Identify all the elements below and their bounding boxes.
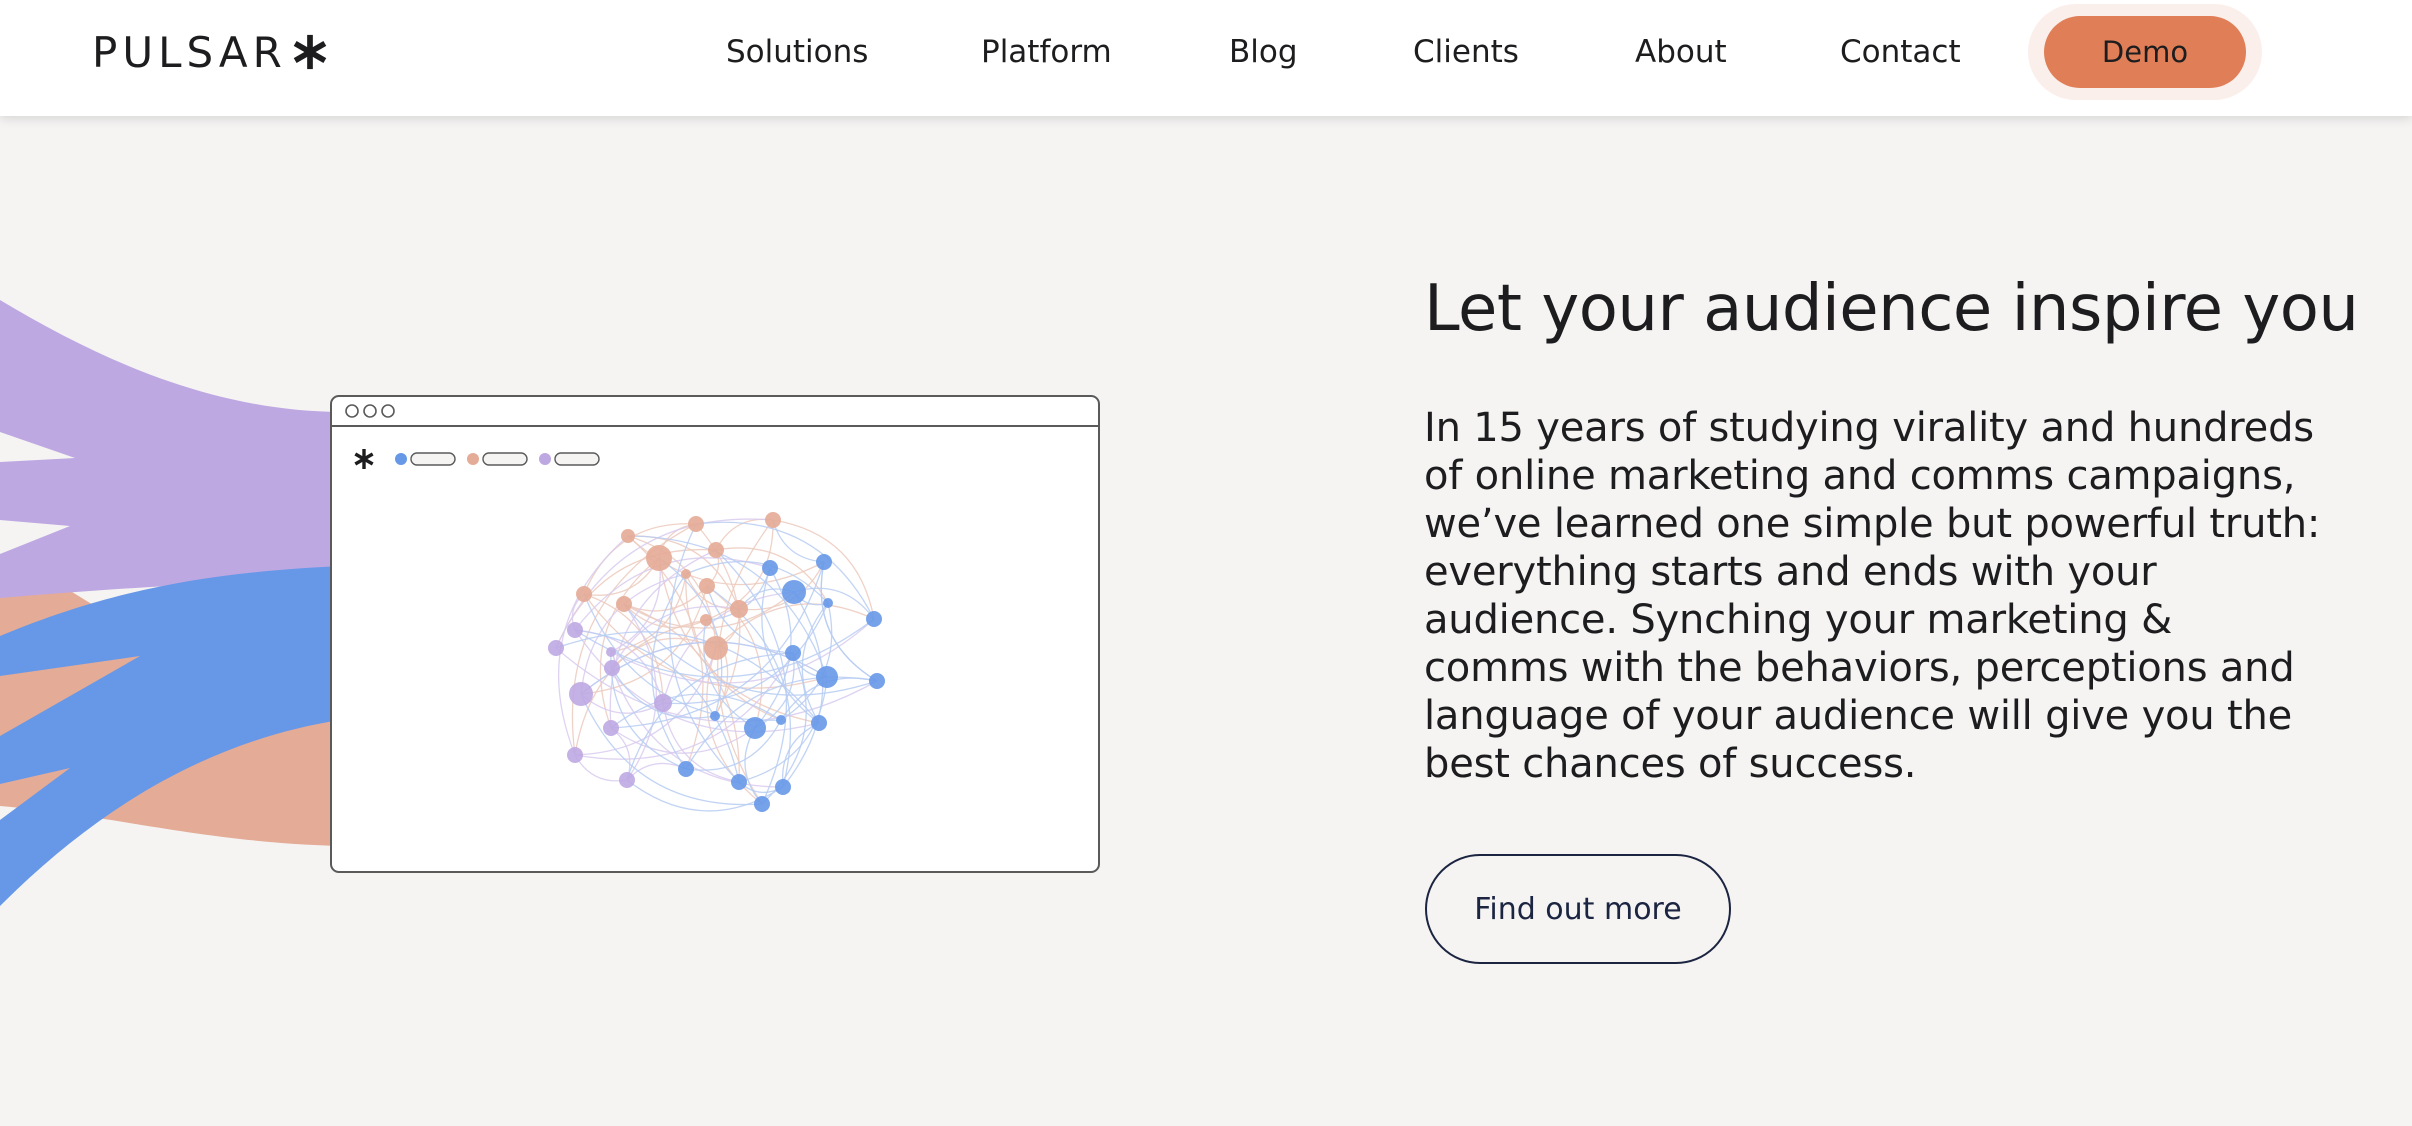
purple-ribbon <box>0 300 340 598</box>
nav-contact[interactable]: Contact <box>1840 28 1961 76</box>
top-navigation-bar: PULSAR Solutions Platform Blog Clients A… <box>0 0 2412 116</box>
network-node <box>782 580 806 604</box>
network-node <box>765 512 781 528</box>
network-node <box>744 717 766 739</box>
network-node <box>576 586 592 602</box>
filter-chips <box>395 452 600 466</box>
network-node <box>731 774 747 790</box>
network-node <box>785 645 801 661</box>
nav-blog[interactable]: Blog <box>1229 28 1298 76</box>
nav-about[interactable]: About <box>1635 28 1727 76</box>
logo-text: PULSAR <box>92 27 287 77</box>
network-node <box>866 611 882 627</box>
hero-headline: Let your audience inspire you <box>1424 272 2359 346</box>
network-node <box>710 711 720 721</box>
demo-button[interactable]: Demo <box>2044 16 2246 88</box>
network-node <box>681 569 691 579</box>
app-window-mockup <box>330 395 1100 873</box>
network-node <box>816 666 838 688</box>
network-node <box>730 600 748 618</box>
network-node <box>775 779 791 795</box>
network-node <box>754 796 770 812</box>
network-node <box>567 622 583 638</box>
nav-clients[interactable]: Clients <box>1413 28 1519 76</box>
network-node <box>708 542 724 558</box>
network-node <box>606 647 616 657</box>
network-node <box>688 516 704 532</box>
network-node <box>604 660 620 676</box>
hero-illustration <box>0 300 1100 906</box>
asterisk-icon <box>293 34 327 70</box>
network-node <box>869 673 885 689</box>
network-node <box>616 596 632 612</box>
nav-platform[interactable]: Platform <box>981 28 1112 76</box>
network-node <box>811 715 827 731</box>
network-node <box>567 747 583 763</box>
pulsar-logo[interactable]: PULSAR <box>92 26 329 78</box>
network-node <box>762 560 778 576</box>
network-node <box>776 715 786 725</box>
network-node <box>823 598 833 608</box>
hero-body-text: In 15 years of studying virality and hun… <box>1424 405 2321 787</box>
nav-solutions[interactable]: Solutions <box>726 28 868 76</box>
network-node <box>619 772 635 788</box>
network-node <box>678 761 694 777</box>
network-node <box>704 636 728 660</box>
network-node <box>603 720 619 736</box>
network-node <box>548 640 564 656</box>
network-node <box>699 578 715 594</box>
network-node <box>569 682 593 706</box>
find-out-more-button[interactable]: Find out more <box>1425 854 1731 964</box>
network-node <box>700 614 712 626</box>
network-node <box>646 545 672 571</box>
network-node <box>816 554 832 570</box>
network-node <box>621 529 635 543</box>
network-node <box>654 694 672 712</box>
